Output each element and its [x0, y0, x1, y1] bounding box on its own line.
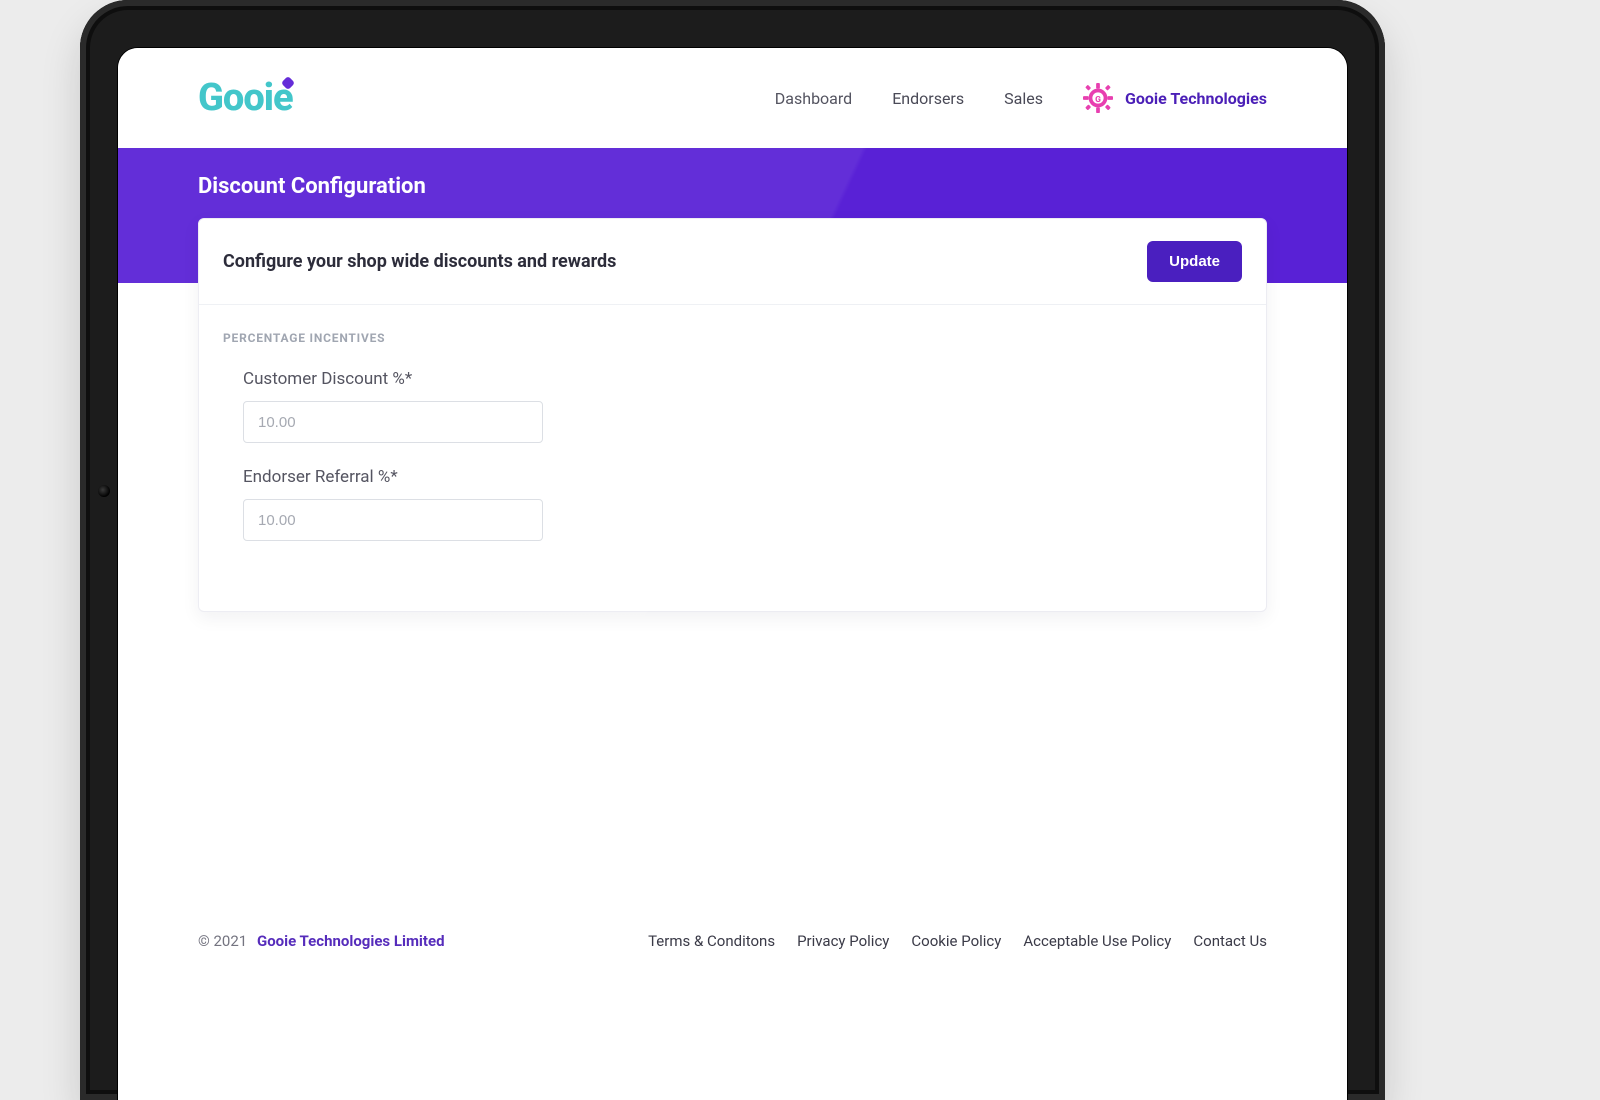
card-header: Configure your shop wide discounts and r…: [199, 219, 1266, 305]
page-content: Configure your shop wide discounts and r…: [118, 283, 1347, 1100]
footer-link-aup[interactable]: Acceptable Use Policy: [1023, 932, 1171, 950]
tablet-frame: Gooie Dashboard Endorsers Sales: [80, 0, 1385, 1100]
primary-nav: Dashboard Endorsers Sales: [775, 83, 1267, 113]
top-nav: Gooie Dashboard Endorsers Sales: [118, 48, 1347, 148]
device-screen: Gooie Dashboard Endorsers Sales: [118, 48, 1347, 1100]
nav-link-sales[interactable]: Sales: [1004, 89, 1043, 108]
page-title: Discount Configuration: [198, 174, 1267, 199]
footer-link-terms[interactable]: Terms & Conditons: [648, 932, 775, 950]
footer-links: Terms & Conditons Privacy Policy Cookie …: [648, 932, 1267, 950]
update-button[interactable]: Update: [1147, 241, 1242, 282]
nav-link-endorsers[interactable]: Endorsers: [892, 89, 964, 108]
copyright-prefix: © 2021: [198, 932, 247, 950]
copyright-company[interactable]: Gooie Technologies Limited: [257, 932, 445, 950]
footer-copyright: © 2021 Gooie Technologies Limited: [198, 932, 445, 950]
endorser-referral-label: Endorser Referral %*: [243, 467, 543, 487]
field-endorser-referral: Endorser Referral %*: [243, 467, 543, 541]
account-gear-icon: G: [1083, 83, 1113, 113]
nav-link-dashboard[interactable]: Dashboard: [775, 89, 852, 108]
device-camera: [98, 485, 110, 497]
customer-discount-input[interactable]: [243, 401, 543, 443]
field-customer-discount: Customer Discount %*: [243, 369, 543, 443]
page-footer: © 2021 Gooie Technologies Limited Terms …: [118, 932, 1347, 950]
endorser-referral-input[interactable]: [243, 499, 543, 541]
customer-discount-label: Customer Discount %*: [243, 369, 543, 389]
account-label: Gooie Technologies: [1125, 89, 1267, 108]
account-menu[interactable]: G Gooie Technologies: [1083, 83, 1267, 113]
card-heading: Configure your shop wide discounts and r…: [223, 251, 616, 272]
footer-link-privacy[interactable]: Privacy Policy: [797, 932, 889, 950]
app-root: Gooie Dashboard Endorsers Sales: [118, 48, 1347, 1100]
svg-text:G: G: [1095, 95, 1101, 105]
brand-logo[interactable]: Gooie: [198, 76, 303, 120]
brand-logo-text: Gooie: [198, 76, 293, 120]
discount-config-card: Configure your shop wide discounts and r…: [198, 218, 1267, 612]
footer-link-contact[interactable]: Contact Us: [1193, 932, 1267, 950]
card-body: PERCENTAGE INCENTIVES Customer Discount …: [199, 305, 1266, 611]
section-label: PERCENTAGE INCENTIVES: [223, 331, 1242, 345]
footer-link-cookie[interactable]: Cookie Policy: [911, 932, 1001, 950]
